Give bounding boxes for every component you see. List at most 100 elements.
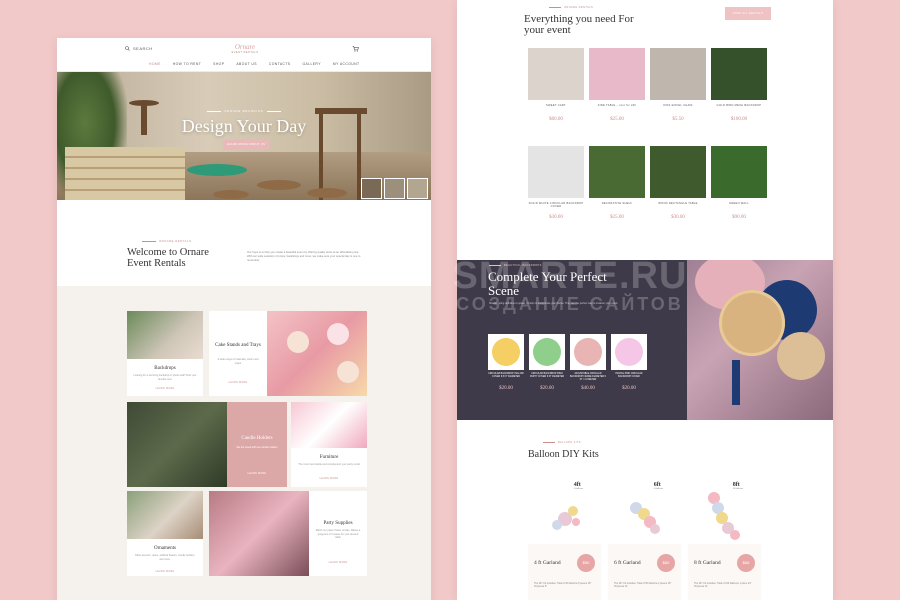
furniture-image [291, 402, 367, 448]
hero-title: Design Your Day [181, 116, 307, 136]
kit-label: 8 ft Garland [694, 560, 721, 566]
tile-learn-more[interactable]: LEARN MORE [127, 570, 203, 573]
product-card[interactable]: GREEN WALL $90.00 [711, 146, 767, 220]
party-supplies-image [209, 491, 309, 576]
product-price: $100.00 [730, 117, 748, 122]
product-image [528, 48, 584, 100]
product-image [589, 146, 645, 198]
product-name: SOLID WHITE CIRCULAR BACKDROP COVER [528, 202, 584, 209]
nav-gallery[interactable]: GALLERY [302, 62, 320, 66]
kit-size: 4ft 30 balloons [574, 482, 583, 490]
product-image [711, 146, 767, 198]
watermark-line1: SMARTE.RU [452, 255, 688, 297]
cookie-decoration [287, 331, 309, 353]
welcome-kicker: ORNARE RENTALS [142, 239, 191, 243]
tile-desc: Match our paper flower rentals. Makes a … [315, 529, 361, 540]
category-cake-stands[interactable]: Cake Stands and Trays A wide range of ma… [209, 311, 267, 396]
product-card[interactable]: DECORATIVE SHELF $25.00 [589, 146, 645, 220]
category-grid: Backdrops Looking for a stunning backdro… [57, 286, 431, 600]
nav-how-to-rent[interactable]: HOW TO RENT [173, 62, 201, 66]
product-name: GREEN WALL [729, 202, 749, 205]
shop-all-button[interactable]: SHOP ALL RENTALS [725, 7, 771, 20]
tile-desc: The most memorable and complement your p… [298, 463, 360, 466]
kit-includes: The DIY Kit includes: Total of 50 balloo… [614, 582, 672, 589]
product-card[interactable]: KIDS EIFFEL CHAIR $5.50 [650, 48, 706, 122]
tile-title: Backdrops [154, 366, 176, 371]
category-party-supplies[interactable]: Party Supplies Match our paper flower re… [309, 491, 367, 576]
nav-my-account[interactable]: MY ACCOUNT [333, 62, 360, 66]
balloon-shape [568, 506, 578, 516]
hero-wood-tray [213, 190, 249, 199]
scene-product-card[interactable]: PASTEL PINK CIRCULAR BACKDROP COVER $20.… [611, 334, 647, 391]
cookie-decoration [337, 361, 359, 383]
hero-thumb[interactable] [361, 178, 382, 199]
product-price: $5.50 [672, 117, 684, 122]
welcome-title: Welcome to Ornare Event Rentals [127, 247, 209, 269]
scene-product-image [570, 334, 606, 370]
kit-price-badge: $50 [577, 554, 595, 572]
product-name: SIDE TABLE – rent for 24h [597, 104, 637, 107]
hero-thumb[interactable] [407, 178, 428, 199]
nav-contacts[interactable]: CONTACTS [269, 62, 291, 66]
backdrop-swatch [492, 338, 520, 366]
product-card[interactable]: SOLID WHITE CIRCULAR BACKDROP COVER $30.… [528, 146, 584, 220]
hero-thumb[interactable] [384, 178, 405, 199]
tile-learn-more[interactable]: LEARN MORE [309, 561, 367, 564]
tile-learn-more[interactable]: LEARN MORE [209, 381, 267, 384]
product-card[interactable]: WOOD RECTANGLE TABLE $30.00 [650, 146, 706, 220]
site-logo[interactable]: Ornare EVENT RENTALS [227, 43, 263, 54]
kit-label: 4 ft Garland [534, 560, 561, 566]
kit-includes: The DIY Kit includes: Total of 100 ballo… [694, 582, 752, 589]
search-link[interactable]: SEARCH [125, 46, 153, 51]
scene-product-price: $20.00 [499, 386, 513, 391]
product-price: $25.00 [610, 117, 624, 122]
product-image [528, 146, 584, 198]
product-image [650, 146, 706, 198]
kit-size-sub: 50 balloons [653, 488, 663, 490]
watermark-line2: СОЗДАНИЕ САЙТОВ [456, 294, 684, 314]
cart-icon[interactable] [352, 45, 359, 52]
scene-product-card[interactable]: ADJUSTABLE CIRCULAR BACKDROP FRAME DIAME… [570, 334, 606, 391]
balloon-shape [730, 530, 740, 540]
nav-home[interactable]: HOME [149, 62, 161, 66]
balloon-kit-card[interactable]: 8ft 100 balloons 8 ft Garland $65 The DIY… [688, 472, 761, 600]
product-image [589, 48, 645, 100]
hero-cta-button[interactable]: LEARN MORE ABOUT US [223, 140, 269, 150]
nav-about-us[interactable]: ABOUT US [236, 62, 256, 66]
tile-learn-more[interactable]: LEARN MORE [227, 472, 287, 475]
kit-price-badge: $60 [657, 554, 675, 572]
tile-desc: A wide range of materials, colors and st… [217, 358, 259, 365]
category-backdrops[interactable]: Backdrops Looking for a stunning backdro… [127, 311, 203, 396]
main-nav: HOME HOW TO RENT SHOP ABOUT US CONTACTS … [149, 62, 359, 66]
product-card[interactable]: GOLD BIRD MESH BACKDROP $100.00 [711, 48, 767, 122]
hero-wood-tray [307, 188, 347, 198]
balloon-shape [650, 524, 660, 534]
product-name: SWEET CART [546, 104, 566, 107]
homepage-mockup: SEARCH Ornare EVENT RENTALS HOME HOW TO … [57, 38, 431, 600]
scene-gold-plate [777, 332, 825, 380]
nav-shop[interactable]: SHOP [213, 62, 224, 66]
tile-learn-more[interactable]: LEARN MORE [127, 387, 203, 390]
category-ornaments[interactable]: Ornaments Table accents, vases, artifici… [127, 491, 203, 576]
tile-learn-more[interactable]: LEARN MORE [291, 477, 367, 480]
cookies-image [267, 311, 367, 396]
scene-product-card[interactable]: CIRCULAR BACKDROP DINO PARTY COVER 6 FT … [529, 334, 565, 391]
product-price: $25.00 [610, 215, 624, 220]
cookie-decoration [327, 323, 349, 345]
balloon-kit-card[interactable]: 6ft 50 balloons 6 ft Garland $60 The DIY … [608, 472, 681, 600]
product-card[interactable]: SWEET CART $60.00 [528, 48, 584, 122]
scene-product-card[interactable]: CIRCULAR BACKDROP YELLOW COVER 6,5 FT DI… [488, 334, 524, 391]
product-card[interactable]: SIDE TABLE – rent for 24h $25.00 [589, 48, 645, 122]
kit-size: 8ft 100 balloons [733, 482, 743, 490]
balloon-kit-card[interactable]: 4ft 30 balloons 4 ft Garland $50 The DIY … [528, 472, 601, 600]
balloon-shape [552, 520, 562, 530]
tile-title: Party Supplies [323, 521, 353, 526]
ornaments-image [127, 491, 203, 539]
kit-size: 6ft 50 balloons [654, 482, 663, 490]
backdrop-swatch [615, 338, 643, 366]
category-furniture[interactable]: Furniture The most memorable and complem… [291, 402, 367, 487]
category-candle-holders[interactable]: Candle Holders Set the mood with our can… [227, 402, 287, 487]
logo-text: Ornare [234, 43, 256, 51]
backdrop-swatch [574, 338, 602, 366]
hero-crate-image [65, 147, 185, 200]
